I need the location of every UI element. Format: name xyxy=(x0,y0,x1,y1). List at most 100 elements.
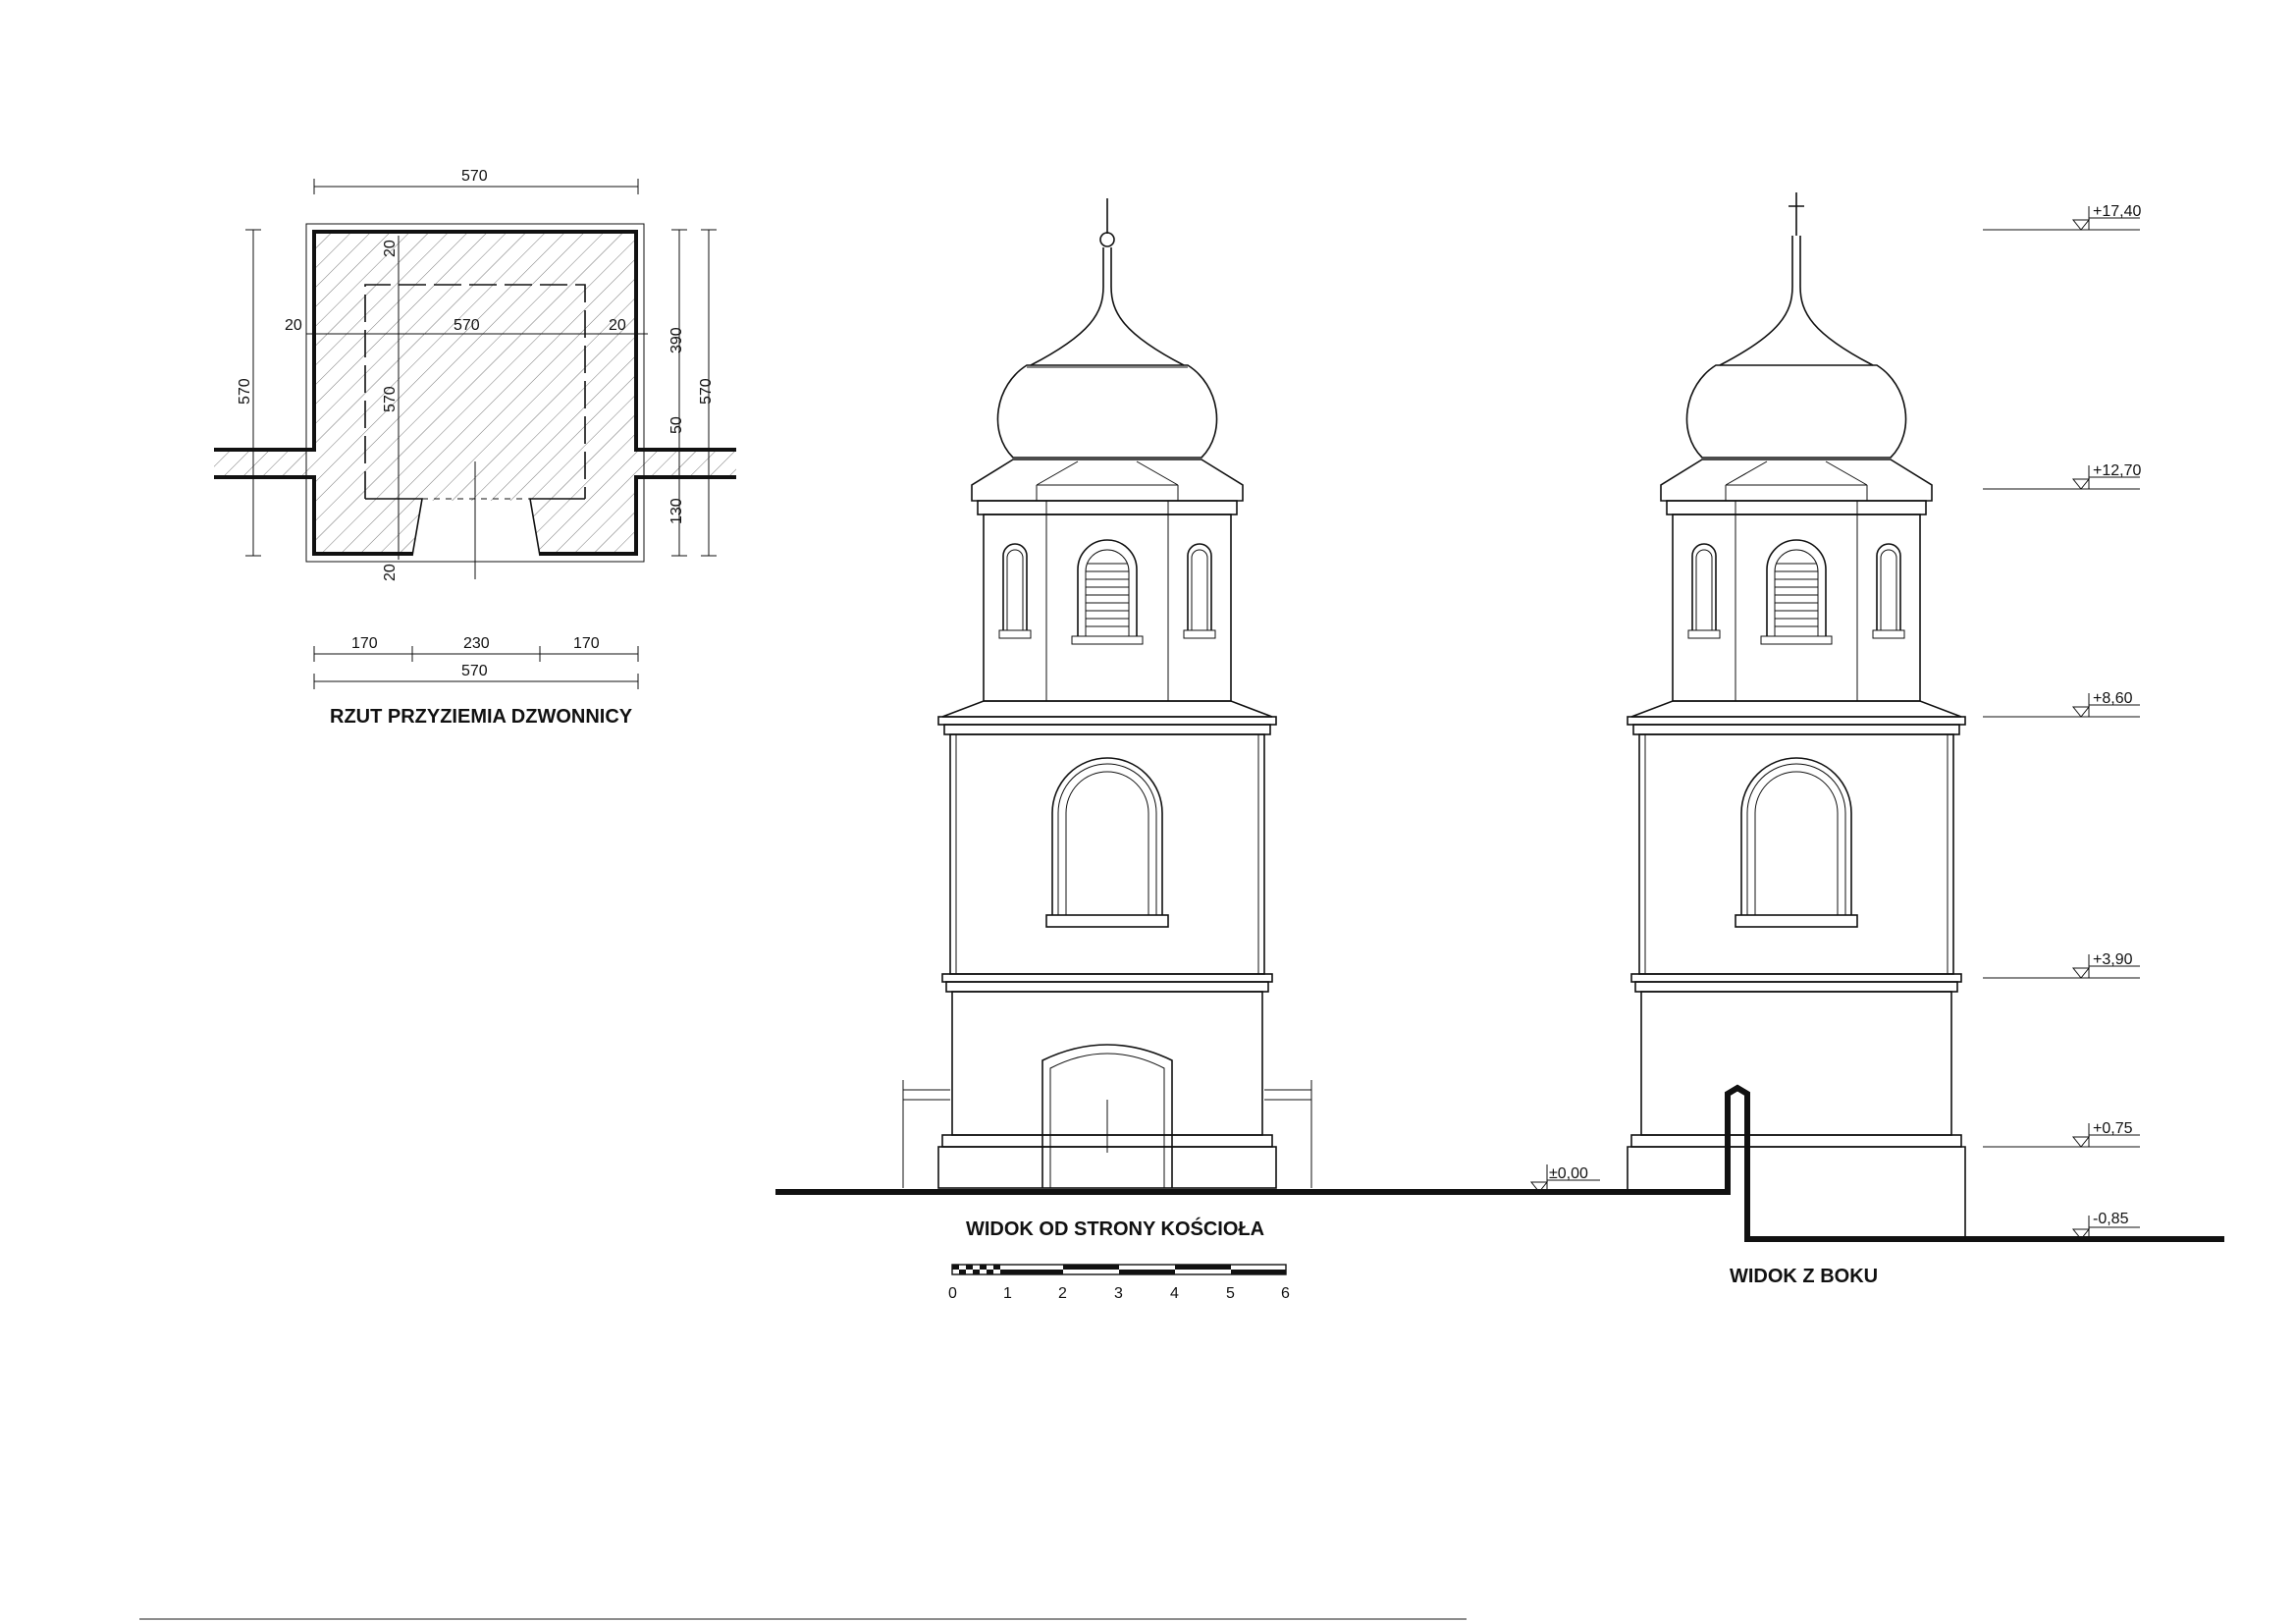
front-belfry-window-sill xyxy=(1045,914,1169,928)
side-lantern-base xyxy=(1630,700,1962,718)
side-lantern-window-center-inner xyxy=(1774,549,1819,636)
side-lantern-window-center xyxy=(1766,539,1827,636)
level-label-ground: ±0,00 xyxy=(1549,1165,1588,1182)
front-lantern-cornice xyxy=(977,500,1238,515)
side-belfry-window-sill xyxy=(1735,914,1858,928)
front-dome xyxy=(996,364,1218,459)
scale-label-3: 3 xyxy=(1114,1285,1123,1302)
front-mid-cornice-2 xyxy=(945,981,1269,993)
front-lantern-window-right-sill xyxy=(1183,629,1216,639)
plan-dim-right-3: 130 xyxy=(668,498,685,524)
plan-dim-right-total: 570 xyxy=(698,378,715,405)
scale-bar: 0 1 2 3 4 5 6 xyxy=(948,1264,1290,1302)
front-side-wall-left xyxy=(902,1080,950,1188)
front-main-cornice-2 xyxy=(943,724,1271,735)
front-louvers xyxy=(1086,563,1129,627)
level-marker-ground: ±0,00 xyxy=(1529,1164,1600,1193)
plan-dim-bottom-3: 170 xyxy=(573,635,600,652)
side-belfry-window-inner xyxy=(1754,771,1839,915)
level-marker-5: +0,75 xyxy=(1983,1120,2140,1148)
side-elevation xyxy=(1627,192,1966,1239)
plan-dim-wall-bottom: 20 xyxy=(382,564,399,581)
level-label-6: -0,85 xyxy=(2093,1211,2129,1227)
plan-dim-wall-left: 20 xyxy=(285,317,302,334)
ground-line xyxy=(775,1084,2224,1242)
plan-dim-bottom-2: 230 xyxy=(463,635,490,652)
front-lantern-window-left-sill xyxy=(998,629,1032,639)
scale-label-4: 4 xyxy=(1170,1285,1179,1302)
side-elevation-title: WIDOK Z BOKU xyxy=(1730,1266,1878,1287)
front-belfry-storey xyxy=(949,733,1265,975)
plan-dim-wall-top: 20 xyxy=(382,240,399,257)
side-plinth-cornice xyxy=(1630,1134,1962,1148)
front-lantern-window-right-inner xyxy=(1191,549,1208,630)
front-lantern-window-center-sill xyxy=(1071,635,1144,645)
side-lantern-window-center-sill xyxy=(1760,635,1833,645)
side-main-cornice-2 xyxy=(1632,724,1960,735)
side-lantern-cornice xyxy=(1666,500,1927,515)
front-mid-cornice-1 xyxy=(941,973,1273,983)
side-belfry-window-outer xyxy=(1740,757,1852,915)
front-lantern-roof xyxy=(971,459,1244,502)
side-roof-facets xyxy=(1725,460,1868,501)
front-elevation-title: WIDOK OD STRONY KOŚCIOŁA xyxy=(966,1217,1264,1240)
scale-label-0: 0 xyxy=(948,1285,957,1302)
plan-dim-wall-right: 20 xyxy=(609,317,626,334)
plan-title: RZUT PRZYZIEMIA DZWONNICY xyxy=(330,706,633,728)
scale-label-5: 5 xyxy=(1226,1285,1235,1302)
side-mid-cornice-1 xyxy=(1630,973,1962,983)
side-ground-storey xyxy=(1640,991,1952,1136)
side-dome xyxy=(1685,364,1907,459)
front-belfry-window-mid xyxy=(1057,763,1157,915)
front-belfry-window-inner xyxy=(1065,771,1149,915)
level-label-5: +0,75 xyxy=(2093,1120,2133,1137)
plan-dim-inner-width: 570 xyxy=(454,317,480,334)
level-label-3: +8,60 xyxy=(2093,690,2133,707)
side-lantern-body xyxy=(1672,514,1921,702)
scale-label-1: 1 xyxy=(1003,1285,1012,1302)
plan-dim-bottom-total: 570 xyxy=(461,663,488,679)
drawing-sheet: 570 570 20 20 20 570 20 570 390 50 130 5… xyxy=(139,168,2224,1620)
front-roof-facets xyxy=(1036,460,1179,501)
level-marker-2: +12,70 xyxy=(1983,462,2141,490)
front-elevation xyxy=(902,198,1312,1189)
level-marker-6: -0,85 xyxy=(1983,1211,2140,1240)
front-side-wall-right xyxy=(1264,1080,1312,1188)
plan-dim-inner-height: 570 xyxy=(382,386,399,412)
front-main-cornice-1 xyxy=(937,716,1277,726)
side-belfry-storey xyxy=(1638,733,1954,975)
side-spire xyxy=(1719,236,1874,366)
plan-dim-right-1: 390 xyxy=(668,327,685,353)
front-lantern-base xyxy=(941,700,1273,718)
scale-label-6: 6 xyxy=(1281,1285,1290,1302)
side-belfry-window-mid xyxy=(1746,763,1846,915)
side-lantern-window-right-inner xyxy=(1880,549,1897,630)
floor-plan: 570 570 20 20 20 570 20 570 390 50 130 5… xyxy=(214,168,736,728)
front-finial-ball xyxy=(1099,232,1115,247)
side-main-cornice-1 xyxy=(1627,716,1966,726)
level-marker-4: +3,90 xyxy=(1983,951,2140,979)
plan-dim-left: 570 xyxy=(237,378,253,405)
side-mid-cornice-2 xyxy=(1634,981,1958,993)
side-lantern-window-right-sill xyxy=(1872,629,1905,639)
plan-dim-bottom-1: 170 xyxy=(351,635,378,652)
front-lantern-window-center xyxy=(1077,539,1138,636)
side-lantern-window-left-inner xyxy=(1695,549,1713,630)
level-label-4: +3,90 xyxy=(2093,951,2133,968)
level-marker-1: +17,40 xyxy=(1983,203,2141,231)
front-lantern-window-center-inner xyxy=(1085,549,1130,636)
side-lantern-window-left-sill xyxy=(1687,629,1721,639)
side-lantern-roof xyxy=(1660,459,1933,502)
front-spire xyxy=(1030,247,1185,366)
level-label-1: +17,40 xyxy=(2093,203,2141,220)
plan-dim-top: 570 xyxy=(461,168,488,185)
side-louvers xyxy=(1775,563,1818,627)
level-marker-3: +8,60 xyxy=(1983,690,2140,718)
level-markers: +17,40 +12,70 +8,60 +3,90 +0,75 -0,85 ±0… xyxy=(1529,203,2141,1240)
side-cross xyxy=(1789,192,1804,236)
front-lantern-window-left-inner xyxy=(1006,549,1024,630)
front-lantern-body xyxy=(983,514,1232,702)
front-plinth xyxy=(937,1146,1277,1189)
level-label-2: +12,70 xyxy=(2093,462,2141,479)
plan-dim-right-2: 50 xyxy=(668,416,685,434)
